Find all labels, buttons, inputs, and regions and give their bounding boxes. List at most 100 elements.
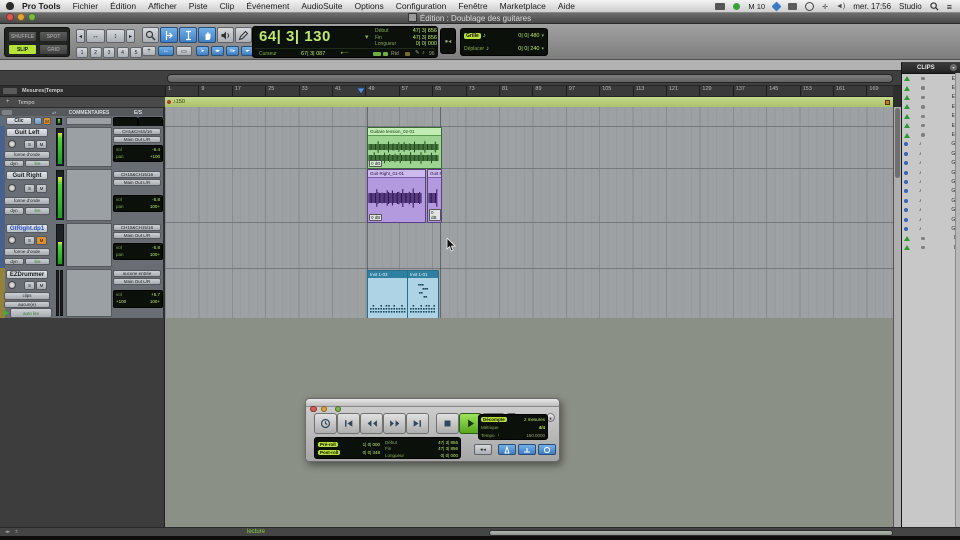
playhead-marker-icon[interactable] — [356, 87, 366, 95]
horizontal-scroll-thumb[interactable] — [489, 529, 893, 536]
grid-mode-button[interactable]: GRID — [39, 44, 68, 55]
output-selector[interactable]: Main Out L/R — [113, 232, 161, 239]
clips-list-item[interactable]: EZ — [902, 93, 960, 102]
close-icon[interactable] — [310, 405, 317, 412]
zoom-preset-2[interactable]: 2 — [89, 47, 102, 58]
playback-mode-button[interactable]: lire — [25, 159, 50, 167]
clip-guit-right-2[interactable]: Guit Ri 0 dB — [427, 168, 442, 223]
track-name[interactable]: GtRight.dp1 — [6, 224, 48, 233]
tab-to-transient-button[interactable]: + — [142, 46, 156, 56]
mute-button[interactable]: M — [36, 236, 47, 245]
clips-list-item[interactable]: In — [902, 234, 960, 243]
clips-list-item[interactable]: ♪Gu — [902, 187, 960, 196]
menu-app[interactable]: Pro Tools — [16, 1, 67, 11]
track-name[interactable]: EZDrummer — [6, 270, 48, 279]
decompte-value[interactable]: 2 mesures — [524, 417, 545, 422]
edit-insertion-led[interactable] — [383, 51, 388, 56]
menu-item-12[interactable]: Aide — [552, 1, 581, 11]
metronome-button[interactable] — [498, 444, 516, 455]
menu-user[interactable]: Studio — [899, 2, 922, 11]
zoom-preset-3[interactable]: 3 — [103, 47, 115, 58]
solo-button[interactable] — [34, 117, 42, 125]
pencil-tool-button[interactable] — [235, 27, 252, 43]
clip-inst-1-01[interactable]: Inst 1-01 — [407, 270, 439, 319]
close-icon[interactable] — [6, 13, 14, 21]
layered-editing-button[interactable]: ≡▸ — [226, 46, 239, 56]
clips-list-item[interactable]: EZ — [902, 102, 960, 111]
track-guit-left[interactable]: Guit Left S M forme d'onde dyn lire CH1&… — [0, 126, 163, 169]
lane-guit-left[interactable] — [165, 126, 893, 169]
grabber-tool-button[interactable] — [198, 27, 216, 43]
window-title-bar[interactable]: Édition : Doublage des guitares — [0, 13, 960, 24]
metrique-label[interactable]: Métrique — [481, 425, 499, 430]
comments-cell[interactable] — [66, 169, 112, 221]
clips-list-item[interactable]: EZ — [902, 112, 960, 121]
comments-cell[interactable] — [66, 127, 112, 167]
comments-header[interactable]: COMMENTAIRES — [66, 110, 112, 116]
automation-mode-button[interactable]: dyn — [4, 257, 24, 265]
lane-ezdrummer[interactable] — [165, 268, 893, 319]
online-button[interactable] — [314, 413, 337, 434]
clips-list-item[interactable]: EZ — [902, 121, 960, 130]
input-selector[interactable]: aucune entrée — [113, 270, 161, 277]
vol-pan-display[interactable]: vol -6.4 pan +100 — [113, 145, 163, 162]
record-arm-button[interactable] — [8, 140, 16, 148]
lane-guit-right[interactable] — [165, 168, 893, 223]
zoom-window-icon[interactable] — [334, 405, 342, 412]
track-view-selector[interactable]: forme d'onde — [4, 151, 50, 159]
mirror-midi-button[interactable]: ⁞▸ — [196, 46, 209, 56]
conductor-button[interactable] — [538, 444, 556, 455]
clip-gain-badge[interactable]: 0 dB — [429, 208, 441, 221]
vol-pan-display[interactable]: vol +5.7 +100 100+ — [113, 290, 163, 308]
pencil-mini-icon[interactable]: ✎ — [415, 50, 420, 56]
clip-guit-right-1[interactable]: Guit Right_01-01 0 dB — [367, 168, 426, 223]
zoomer-tool-button[interactable] — [142, 27, 159, 43]
mute-button[interactable]: M — [36, 281, 47, 290]
zoom-preset-5[interactable]: 5 — [130, 47, 142, 58]
tempo-value[interactable]: 150.0000 — [526, 433, 545, 438]
clips-list-item[interactable]: ♪Gu — [902, 177, 960, 186]
rewind-button[interactable] — [360, 413, 383, 434]
go-to-end-button[interactable] — [406, 413, 429, 434]
automation-mode-button[interactable]: dyn — [4, 159, 24, 167]
playback-mode-button[interactable]: lire — [25, 207, 50, 215]
preroll-label[interactable]: Pré-roll — [318, 441, 338, 447]
clips-list-item[interactable]: EZ — [902, 74, 960, 83]
clips-menu-icon[interactable]: ▾ — [950, 64, 957, 71]
zoom-window-icon[interactable] — [28, 13, 36, 21]
record-arm-button[interactable] — [8, 184, 16, 192]
record-arm-button[interactable] — [8, 281, 16, 289]
menu-item-7[interactable]: AudioSuite — [295, 1, 348, 11]
deplacer-label[interactable]: Déplacer — [464, 46, 484, 52]
sel-debut-value[interactable]: 47| 3| 856 — [438, 440, 458, 445]
grille-value[interactable]: 0| 0| 480 — [518, 33, 539, 39]
selector-tool-button[interactable] — [179, 27, 197, 43]
track-view-selector[interactable]: clips — [4, 292, 50, 300]
comments-cell[interactable] — [66, 223, 112, 267]
automation-mode-button[interactable]: dyn — [4, 207, 24, 215]
tempo-marker-value[interactable]: ♪150 — [173, 99, 185, 105]
solo-button[interactable]: S — [24, 140, 35, 149]
stop-button[interactable] — [436, 413, 459, 434]
lane-clic[interactable] — [165, 107, 893, 127]
countoff-button[interactable]: ●◂ — [474, 444, 492, 455]
tempo-row-label[interactable]: Tempo — [18, 100, 35, 106]
session-end-marker[interactable] — [885, 99, 890, 105]
grille-label[interactable]: Grille — [464, 32, 481, 39]
clips-scrollbar[interactable] — [955, 73, 960, 527]
sel-longueur-value[interactable]: 0| 0| 000 — [441, 453, 458, 458]
tempo-add-icon[interactable]: + — [6, 99, 10, 105]
clips-list-item[interactable]: EZ — [902, 130, 960, 139]
clip-gain-badge[interactable]: 0 dB — [369, 159, 383, 167]
track-list-menu-icon[interactable] — [2, 110, 12, 115]
return-to-zero-button[interactable] — [337, 413, 360, 434]
vertical-scroll-thumb[interactable] — [895, 108, 900, 178]
grille-menu-icon[interactable]: ▾ — [541, 33, 544, 39]
solo-button[interactable]: S — [24, 236, 35, 245]
transport-title-bar[interactable] — [306, 399, 559, 412]
zoom-preset-4[interactable]: 4 — [116, 47, 129, 58]
vol-pan-display[interactable]: vol -5.8 pan 100+ — [113, 243, 163, 260]
ruler-header-label[interactable]: Mesures|Temps — [22, 88, 63, 94]
postroll-label[interactable]: Post-roll — [318, 449, 341, 455]
timeline-insertion-led[interactable] — [373, 51, 381, 56]
